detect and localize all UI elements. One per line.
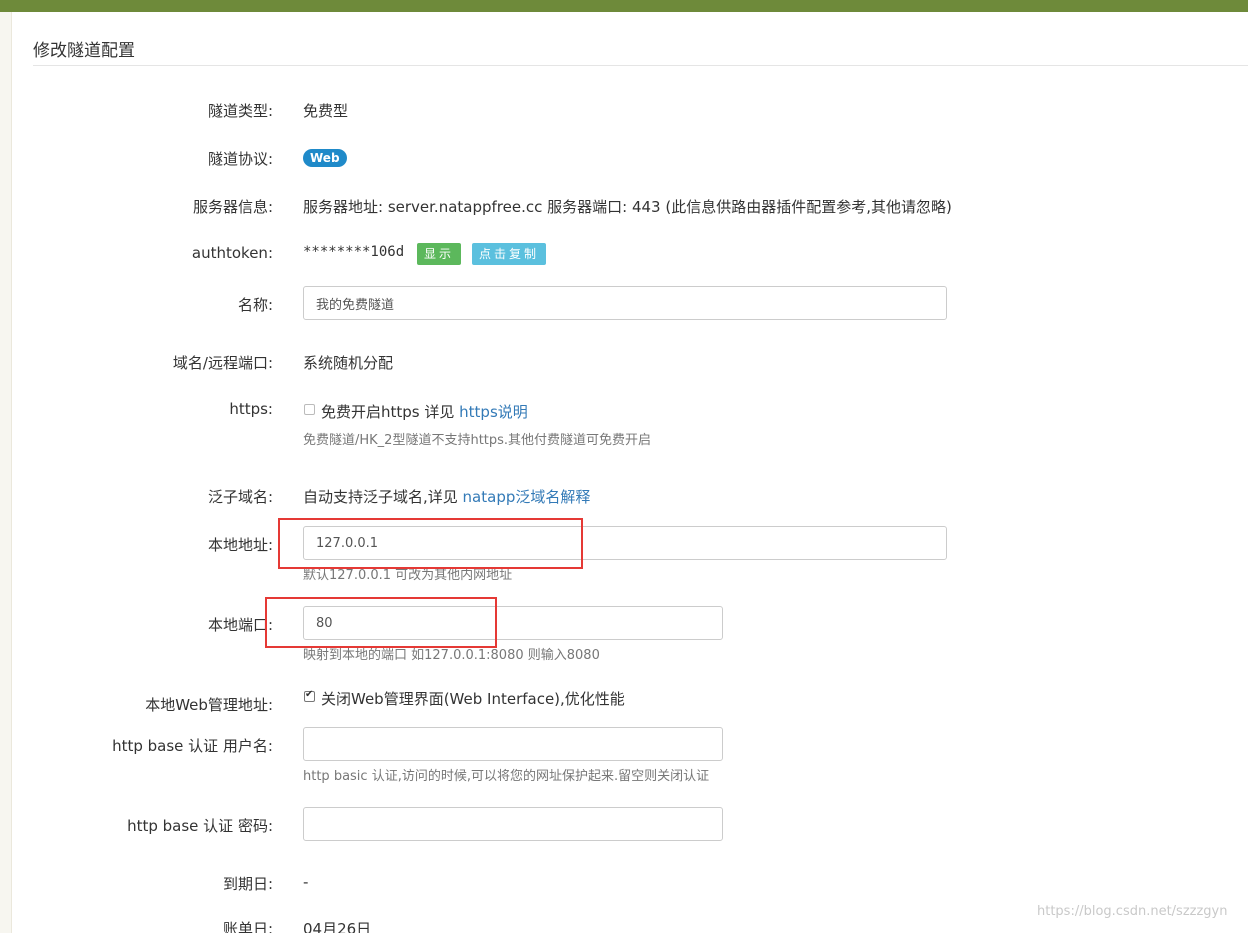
highlight-box-address (278, 518, 583, 569)
name-label: 名称: (237, 296, 273, 314)
watermark: https://blog.csdn.net/szzzgyn (1037, 904, 1228, 919)
left-strip (0, 12, 12, 933)
show-token-button[interactable]: 显示 (417, 243, 462, 265)
https-option-text: 免费开启https 详见 (321, 403, 460, 421)
auth-user-input[interactable] (303, 727, 723, 761)
bill-value: 04月26日 (303, 920, 372, 933)
authtoken-label: authtoken: (191, 244, 273, 262)
copy-token-button[interactable]: 点击复制 (472, 243, 547, 265)
https-option: 免费开启https 详见 https说明 (321, 401, 528, 422)
tunnel-protocol-label: 隧道协议: (207, 150, 273, 168)
highlight-box-port (265, 597, 497, 648)
wildcard-value: 自动支持泛子域名,详见 natapp泛域名解释 (303, 486, 590, 507)
local-port-label: 本地端口: (207, 616, 273, 634)
https-help: 免费隧道/HK_2型隧道不支持https.其他付费隧道可免费开启 (303, 433, 652, 448)
web-mgmt-checkbox[interactable] (304, 689, 315, 702)
page-title: 修改隧道配置 (33, 41, 135, 61)
web-mgmt-label: 本地Web管理地址: (145, 696, 273, 714)
name-input[interactable] (303, 286, 947, 320)
auth-user-label: http base 认证 用户名: (112, 737, 273, 755)
top-bar (0, 0, 1248, 12)
protocol-badge: Web (303, 149, 347, 167)
expire-label: 到期日: (222, 875, 273, 893)
local-address-label: 本地地址: (207, 536, 273, 554)
auth-pass-label: http base 认证 密码: (127, 817, 273, 835)
web-mgmt-option: 关闭Web管理界面(Web Interface),优化性能 (321, 690, 625, 708)
title-divider (33, 65, 1248, 66)
auth-pass-input[interactable] (303, 807, 723, 841)
server-info-label: 服务器信息: (192, 198, 273, 216)
authtoken-value: ********106d (303, 244, 405, 260)
domain-value: 系统随机分配 (303, 354, 394, 372)
tunnel-type-label: 隧道类型: (207, 102, 273, 120)
auth-user-help: http basic 认证,访问的时候,可以将您的网址保护起来.留空则关闭认证 (303, 769, 710, 784)
server-info-value: 服务器地址: server.natappfree.cc 服务器端口: 443 (… (303, 198, 952, 216)
https-checkbox[interactable] (304, 404, 315, 415)
https-doc-link[interactable]: https说明 (459, 403, 528, 421)
expire-value: - (303, 873, 309, 891)
wildcard-label: 泛子域名: (207, 488, 273, 506)
bill-label: 账单日: (222, 920, 273, 933)
wildcard-text: 自动支持泛子域名,详见 (303, 488, 463, 506)
https-label: https: (229, 400, 273, 418)
domain-label: 域名/远程端口: (172, 354, 273, 372)
tunnel-type-value: 免费型 (303, 102, 349, 120)
wildcard-doc-link[interactable]: natapp泛域名解释 (463, 488, 591, 506)
